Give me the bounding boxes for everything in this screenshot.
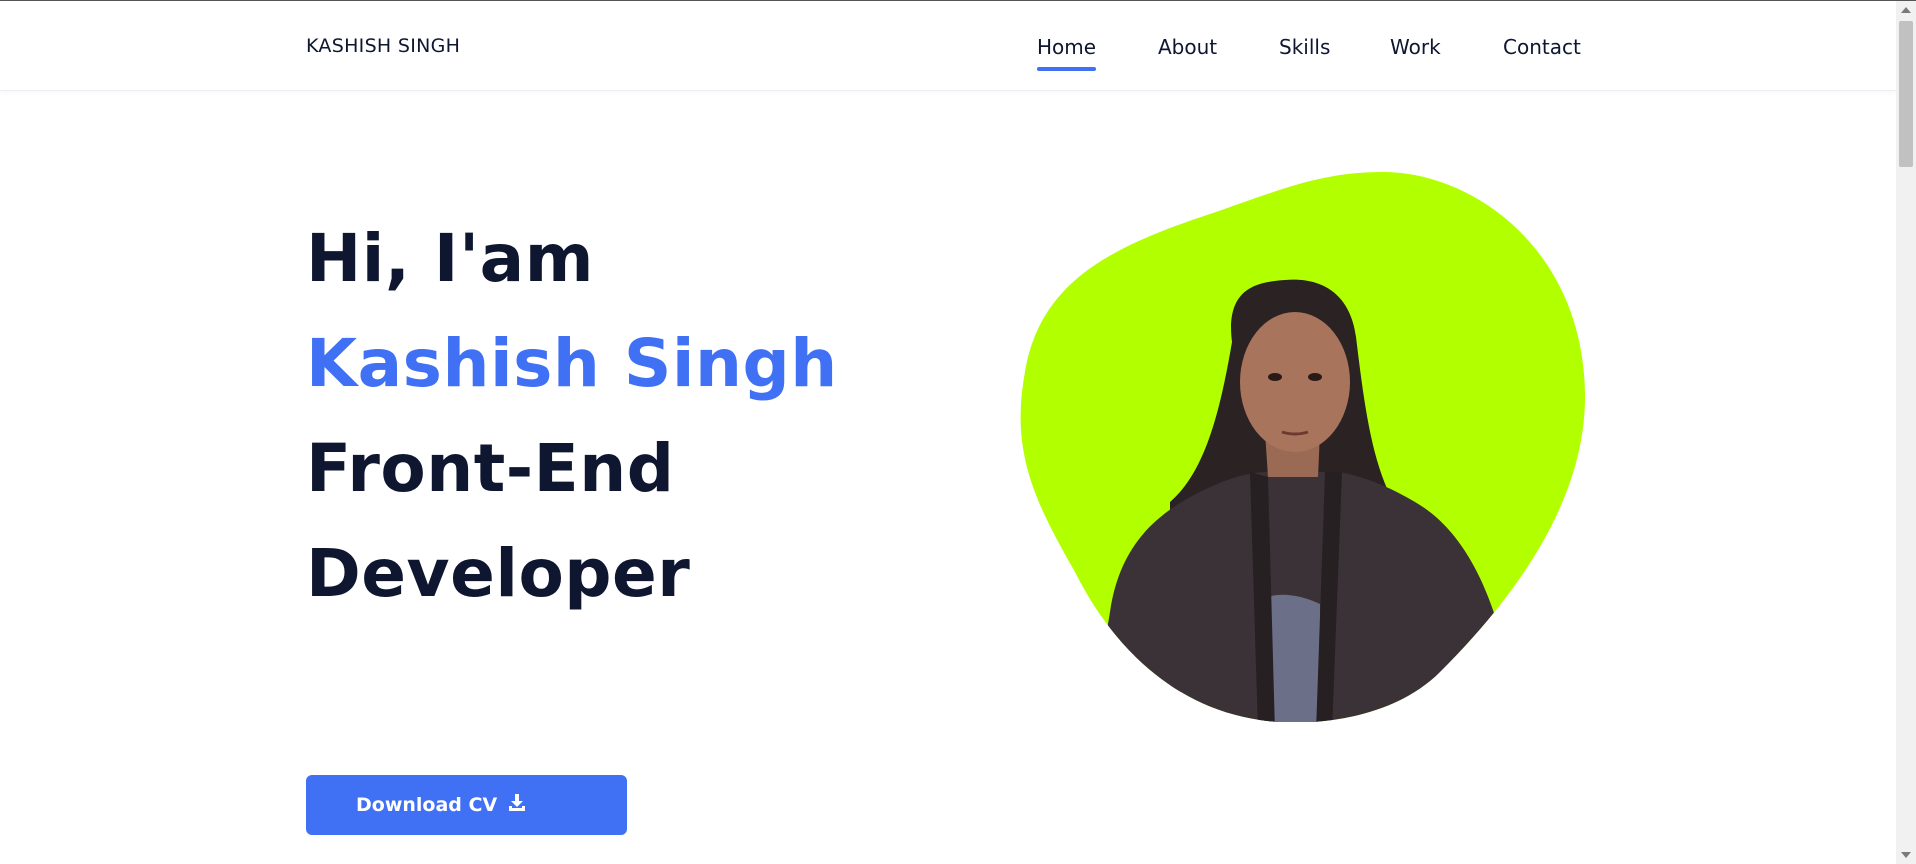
nav-work[interactable]: Work: [1390, 35, 1441, 71]
nav-about[interactable]: About: [1158, 35, 1217, 71]
page-scrollbar[interactable]: [1896, 1, 1916, 864]
download-cv-button[interactable]: Download CV: [306, 775, 627, 835]
profile-blob: [1020, 172, 1590, 723]
profile-photo: [1020, 172, 1586, 723]
scroll-up-icon[interactable]: [1901, 7, 1911, 13]
hero-name: Kashish Singh: [306, 325, 838, 402]
hero-text: Hi, I'am Kashish Singh Front-End Develop…: [306, 206, 838, 626]
download-cv-label: Download CV: [356, 794, 498, 816]
nav-contact[interactable]: Contact: [1503, 35, 1581, 71]
site-header: KASHISH SINGH Home About Skills Work Con…: [0, 1, 1896, 91]
nav-skills[interactable]: Skills: [1279, 35, 1330, 71]
scroll-down-icon[interactable]: [1901, 852, 1911, 858]
site-logo[interactable]: KASHISH SINGH: [306, 35, 460, 57]
nav-home[interactable]: Home: [1037, 35, 1097, 71]
hero-role-line2: Developer: [306, 535, 691, 612]
download-icon: [507, 793, 527, 818]
hero-role-line1: Front-End: [306, 430, 675, 507]
hero-greeting: Hi, I'am: [306, 220, 594, 297]
scrollbar-thumb[interactable]: [1899, 21, 1913, 167]
